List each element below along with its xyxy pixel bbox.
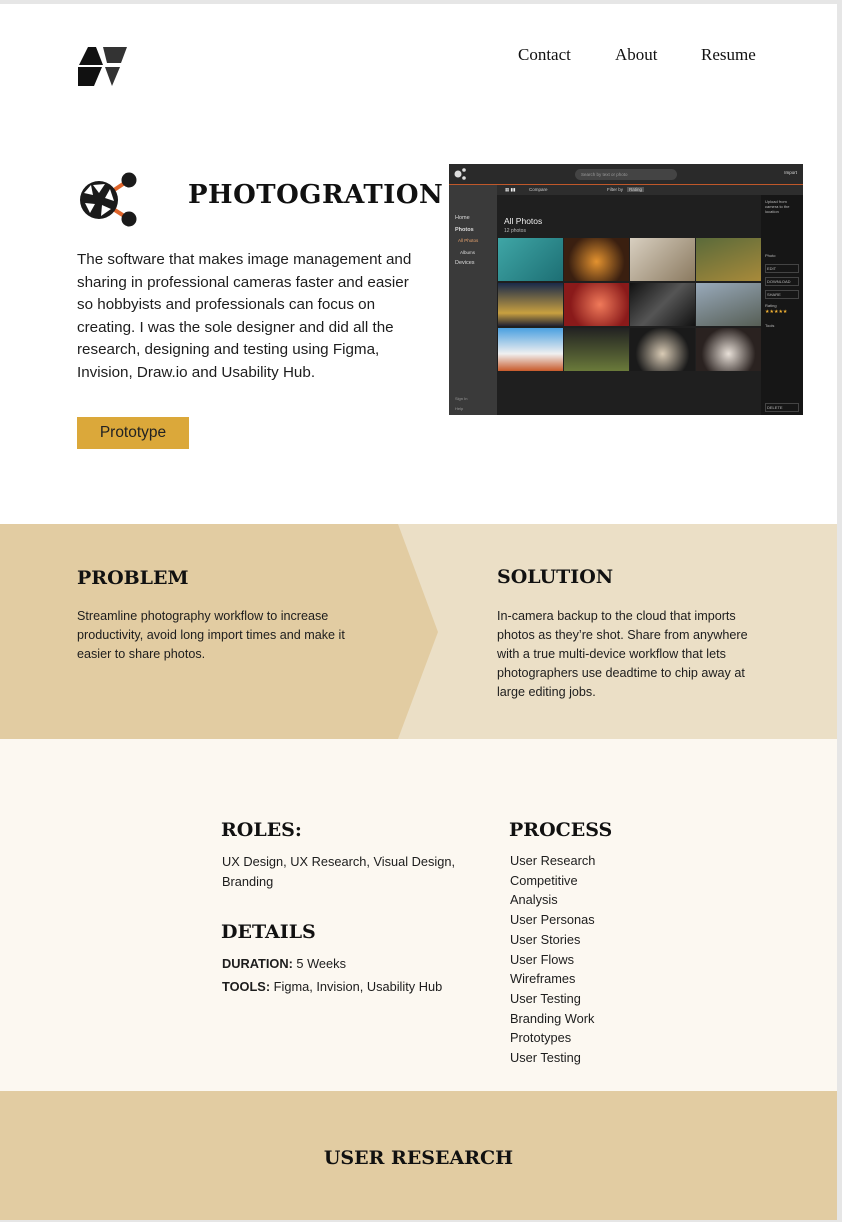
roles-text: UX Design, UX Research, Visual Design, B… — [222, 854, 456, 889]
app-photo-grid — [497, 238, 761, 371]
user-research-section: USER RESEARCH — [0, 1091, 837, 1220]
app-compare-label: Compare — [529, 187, 548, 192]
app-screenshot: Search by text or photo Import Home Phot… — [449, 164, 803, 415]
process-item: Analysis — [510, 892, 558, 908]
photo-thumb — [564, 283, 629, 326]
photo-thumb — [564, 328, 629, 371]
app-side-signin: Sign In — [455, 396, 468, 401]
app-edit-button: EDIT — [765, 264, 799, 273]
process-item: Wireframes — [510, 971, 576, 987]
process-item: Prototypes — [510, 1030, 572, 1046]
duration-value: 5 Weeks — [292, 956, 346, 971]
app-gallery-count: 12 photos — [504, 228, 526, 234]
app-rating-stars: ★★★★★ — [765, 309, 788, 315]
app-logo-icon — [454, 168, 466, 180]
process-list: User Research Competitive Analysis User … — [510, 851, 595, 1068]
photo-thumb — [630, 238, 695, 281]
app-side-devices: Devices — [455, 260, 475, 266]
project-overview-section: ROLES: UX Design, UX Research, Visual De… — [0, 739, 837, 1091]
details-heading: DETAILS — [221, 921, 316, 943]
app-side-all-photos: All Photos — [458, 238, 479, 243]
photo-thumb — [564, 238, 629, 281]
duration-label: DURATION: — [222, 956, 293, 971]
process-item: User Testing — [510, 1050, 581, 1066]
solution-heading: SOLUTION — [497, 566, 614, 588]
solution-text: In-camera backup to the cloud that impor… — [497, 609, 748, 699]
app-tools-label: Tools — [765, 323, 775, 328]
process-item: User Research — [510, 853, 596, 868]
photo-thumb — [630, 283, 695, 326]
problem-heading: PROBLEM — [77, 567, 189, 589]
photo-thumb — [498, 238, 563, 281]
scrollbar-track[interactable] — [837, 0, 842, 1222]
app-share-button: SHARE — [765, 290, 799, 299]
project-title: PHOTOGRATION — [188, 180, 444, 210]
process-item: Branding Work — [510, 1010, 595, 1026]
photo-thumb — [696, 328, 761, 371]
nav-contact-link[interactable]: Contact — [518, 45, 571, 65]
app-upload-note: Upload from camera to the location — [765, 199, 790, 214]
photo-thumb — [696, 238, 761, 281]
problem-text: Streamline photography workflow to incre… — [77, 609, 345, 661]
app-delete-button: DELETE — [765, 403, 799, 412]
process-item: User Stories — [510, 931, 581, 947]
process-item: User Testing — [510, 990, 581, 1006]
prototype-button[interactable]: Prototype — [77, 417, 189, 449]
app-side-help: Help — [455, 406, 464, 411]
process-item: User Flows — [510, 951, 574, 967]
app-import-button: Import — [784, 170, 797, 175]
duration-line: DURATION: 5 Weeks — [222, 954, 346, 974]
app-gallery-heading: All Photos — [504, 216, 543, 226]
aperture-share-icon — [80, 172, 137, 227]
app-filter-label: Filter by — [607, 187, 624, 192]
user-research-heading: USER RESEARCH — [323, 1147, 514, 1169]
app-toolbar: ▦ ▮▮ Compare Filter by Rating — [497, 185, 803, 195]
roles-heading: ROLES: — [221, 819, 302, 841]
tools-value: Figma, Invision, Usability Hub — [270, 979, 443, 994]
process-heading: PROCESS — [509, 819, 613, 841]
app-topbar: Search by text or photo Import — [449, 164, 803, 185]
process-item: Competitive — [510, 872, 578, 888]
photo-thumb — [498, 283, 563, 326]
photo-thumb — [696, 283, 761, 326]
app-sidebar: Home Photos All Photos Albums Devices Si… — [449, 185, 497, 415]
tools-line: TOOLS: Figma, Invision, Usability Hub — [222, 977, 442, 997]
problem-solution-section: PROBLEM Streamline photography workflow … — [0, 524, 837, 739]
page: Contact About Resume PHOTOGRATION The so… — [0, 4, 837, 1220]
photo-thumb — [630, 328, 695, 371]
process-item: User Personas — [510, 912, 595, 928]
app-side-home: Home — [455, 215, 470, 221]
app-side-albums: Albums — [460, 250, 476, 255]
nav-resume-link[interactable]: Resume — [701, 45, 756, 65]
app-download-button: DOWNLOAD — [765, 277, 799, 286]
app-filter-value: Rating — [627, 187, 645, 192]
app-search-input: Search by text or photo — [575, 169, 677, 180]
photo-thumb — [498, 328, 563, 371]
project-description: The software that makes image management… — [77, 251, 412, 381]
app-info-panel: Upload from camera to the location Photo… — [761, 195, 803, 415]
app-rating-label: Rating — [765, 303, 777, 308]
app-side-photos: Photos — [455, 227, 474, 233]
tools-label: TOOLS: — [222, 979, 271, 994]
brand-logo[interactable] — [76, 43, 128, 87]
nav-about-link[interactable]: About — [615, 45, 658, 65]
app-photo-label: Photo — [765, 253, 776, 258]
